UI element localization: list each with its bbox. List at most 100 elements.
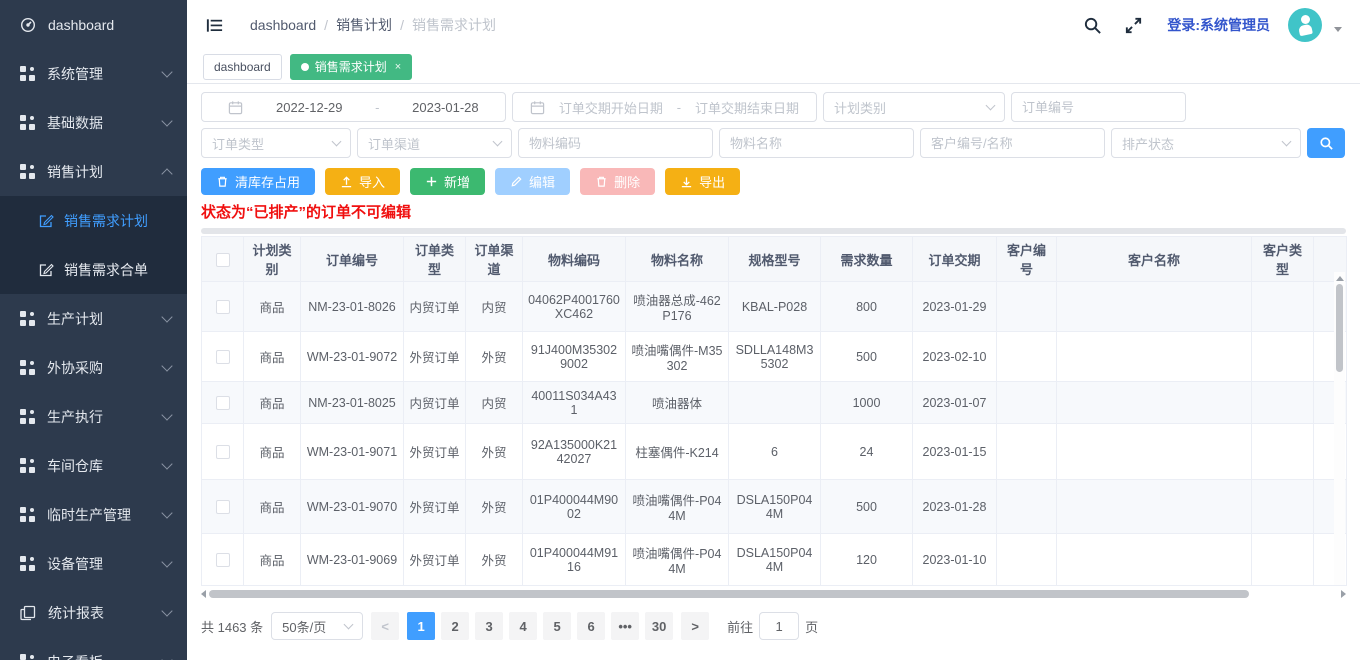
- table-cell: [997, 332, 1057, 382]
- table-wrapper: 计划类别 订单编号 订单类型 订单渠道 物料编码 物料名称 规格型号 需求数量 …: [201, 236, 1346, 586]
- chevron-down-icon: [1282, 137, 1292, 147]
- horizontal-scrollbar[interactable]: [201, 588, 1346, 600]
- table-row: 商品WM-23-01-9071外贸订单外贸92A135000K2142027柱塞…: [202, 424, 1347, 480]
- next-page-button[interactable]: >: [681, 612, 709, 640]
- collapse-menu-icon[interactable]: [205, 16, 224, 35]
- tab-dashboard[interactable]: dashboard: [203, 54, 282, 80]
- fullscreen-icon[interactable]: [1124, 16, 1143, 35]
- order-type-select[interactable]: 订单类型: [201, 128, 351, 158]
- page-button[interactable]: 5: [543, 612, 571, 640]
- page-size-select[interactable]: 50条/页: [271, 612, 363, 640]
- sidebar-item-outsourcing[interactable]: 外协采购: [0, 343, 187, 392]
- goto-page-input[interactable]: [759, 612, 799, 640]
- sidebar-item-e-board[interactable]: 电子看板: [0, 637, 187, 660]
- date-start-placeholder[interactable]: 订单交期开始日期: [559, 98, 663, 117]
- schedule-status-select[interactable]: 排产状态: [1111, 128, 1301, 158]
- select-all-checkbox[interactable]: [216, 253, 230, 267]
- table-cell: 内贸订单: [404, 282, 466, 332]
- import-button[interactable]: 导入: [325, 168, 400, 195]
- table-cell: [997, 480, 1057, 534]
- page-button[interactable]: 2: [441, 612, 469, 640]
- sidebar-item-temp-production[interactable]: 临时生产管理: [0, 490, 187, 539]
- row-checkbox[interactable]: [216, 350, 230, 364]
- breadcrumb-item[interactable]: dashboard: [250, 17, 316, 33]
- edit-button[interactable]: 编辑: [495, 168, 570, 195]
- table-cell: 2023-01-28: [913, 480, 997, 534]
- breadcrumb-separator: /: [400, 17, 404, 33]
- export-button[interactable]: 导出: [665, 168, 740, 195]
- plan-type-select[interactable]: 计划类别: [823, 92, 1005, 122]
- table-cell: 2023-01-15: [913, 424, 997, 480]
- delete-button[interactable]: 删除: [580, 168, 655, 195]
- date-start-value[interactable]: 2022-12-29: [276, 100, 343, 115]
- sidebar-item-base-data[interactable]: 基础数据: [0, 98, 187, 147]
- order-channel-select[interactable]: 订单渠道: [357, 128, 512, 158]
- table-cell: 喷油器体: [626, 382, 729, 424]
- order-no-input[interactable]: [1022, 100, 1175, 115]
- close-icon[interactable]: ×: [395, 61, 401, 73]
- sidebar-item-dashboard[interactable]: dashboard: [0, 0, 187, 49]
- scroll-left-arrow-icon[interactable]: [201, 590, 206, 598]
- sidebar-item-production-plan[interactable]: 生产计划: [0, 294, 187, 343]
- goto-suffix-label: 页: [805, 617, 818, 636]
- row-checkbox[interactable]: [216, 553, 230, 567]
- search-button[interactable]: [1307, 128, 1345, 158]
- clear-stock-button[interactable]: 清库存占用: [201, 168, 315, 195]
- breadcrumb-item[interactable]: 销售计划: [336, 17, 392, 33]
- sidebar-item-system-mgmt[interactable]: 系统管理: [0, 49, 187, 98]
- row-checkbox[interactable]: [216, 445, 230, 459]
- sidebar-item-equipment-mgmt[interactable]: 设备管理: [0, 539, 187, 588]
- prev-page-button[interactable]: <: [371, 612, 399, 640]
- customer-input[interactable]: [931, 136, 1094, 151]
- row-checkbox[interactable]: [216, 500, 230, 514]
- grid-icon: [20, 360, 35, 375]
- sidebar: dashboard 系统管理 基础数据 销售计划 销售需求计划 销售需求合单: [0, 0, 187, 660]
- tab-sales-demand-plan[interactable]: 销售需求计划 ×: [290, 54, 412, 80]
- scroll-up-arrow-icon[interactable]: [1336, 276, 1344, 281]
- avatar[interactable]: [1288, 8, 1322, 42]
- table-cell: 2023-01-10: [913, 534, 997, 586]
- sidebar-subitem-sales-demand-merge[interactable]: 销售需求合单: [0, 245, 187, 294]
- table-top-scrollbar[interactable]: [201, 228, 1346, 234]
- page-button[interactable]: 3: [475, 612, 503, 640]
- delivery-date-range-picker[interactable]: 订单交期开始日期 - 订单交期结束日期: [512, 92, 817, 122]
- table-cell: 外贸订单: [404, 480, 466, 534]
- table-cell: 内贸: [466, 382, 523, 424]
- vertical-scrollbar[interactable]: [1334, 272, 1345, 585]
- gauge-icon: [20, 17, 36, 33]
- sidebar-subitem-sales-demand-plan[interactable]: 销售需求计划: [0, 196, 187, 245]
- sidebar-item-statistics-report[interactable]: 统计报表: [0, 588, 187, 637]
- sidebar-item-production-exec[interactable]: 生产执行: [0, 392, 187, 441]
- table-row: 商品NM-23-01-8025内贸订单内贸40011S034A431喷油器体10…: [202, 382, 1347, 424]
- select-placeholder: 订单类型: [212, 134, 264, 153]
- material-code-input[interactable]: [529, 136, 702, 151]
- table-cell: 柱塞偶件-K214: [626, 424, 729, 480]
- material-name-input[interactable]: [730, 136, 903, 151]
- date-end-value[interactable]: 2023-01-28: [412, 100, 479, 115]
- created-date-range-picker[interactable]: 2022-12-29 - 2023-01-28: [201, 92, 506, 122]
- horizontal-scroll-thumb[interactable]: [209, 590, 1249, 598]
- avatar-caret-icon[interactable]: [1334, 27, 1342, 32]
- page-button[interactable]: •••: [611, 612, 639, 640]
- grid-icon: [20, 311, 35, 326]
- page-button[interactable]: 30: [645, 612, 673, 640]
- chevron-down-icon: [332, 137, 342, 147]
- table-cell: 商品: [244, 424, 301, 480]
- sidebar-item-workshop-warehouse[interactable]: 车间仓库: [0, 441, 187, 490]
- table-header-row: 计划类别 订单编号 订单类型 订单渠道 物料编码 物料名称 规格型号 需求数量 …: [202, 237, 1347, 282]
- chevron-down-icon: [161, 507, 172, 518]
- add-button[interactable]: 新增: [410, 168, 485, 195]
- scroll-right-arrow-icon[interactable]: [1341, 590, 1346, 598]
- page-button[interactable]: 4: [509, 612, 537, 640]
- search-icon[interactable]: [1083, 16, 1102, 35]
- login-user-label[interactable]: 登录:系统管理员: [1167, 15, 1270, 35]
- row-checkbox[interactable]: [216, 300, 230, 314]
- row-checkbox[interactable]: [216, 396, 230, 410]
- table-cell: 2023-01-07: [913, 382, 997, 424]
- sidebar-item-sales-plan[interactable]: 销售计划: [0, 147, 187, 196]
- vertical-scroll-thumb[interactable]: [1336, 284, 1343, 372]
- chevron-down-icon: [493, 137, 503, 147]
- page-button-active[interactable]: 1: [407, 612, 435, 640]
- page-button[interactable]: 6: [577, 612, 605, 640]
- date-end-placeholder[interactable]: 订单交期结束日期: [695, 98, 799, 117]
